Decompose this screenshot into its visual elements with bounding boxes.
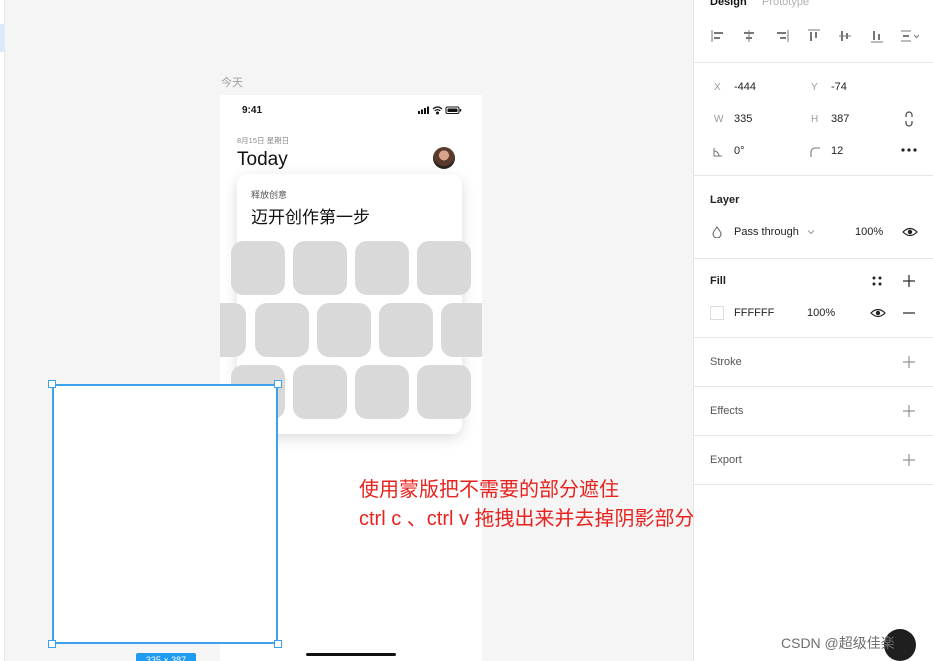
app-tile[interactable] [441, 303, 482, 357]
card-title: 迈开创作第一步 [251, 208, 370, 227]
fill-section-title: Fill [710, 275, 726, 287]
width-field[interactable]: 335 [734, 113, 752, 125]
selection-size-badge: 335 × 387 [136, 653, 196, 661]
more-options-icon[interactable] [900, 147, 918, 153]
divider [694, 484, 933, 485]
divider [694, 337, 933, 338]
app-tile[interactable] [255, 303, 309, 357]
tab-prototype[interactable]: Prototype [762, 0, 809, 8]
align-right-icon[interactable] [774, 28, 790, 44]
effects-section-title: Effects [710, 405, 744, 417]
watermark: CSDN @超级佳楽 [781, 635, 895, 651]
distribute-menu-icon[interactable] [899, 28, 921, 44]
avatar [433, 147, 455, 169]
fill-hex-field[interactable]: FFFFFF [734, 307, 774, 319]
x-label: X [714, 82, 721, 93]
app-tile[interactable] [293, 241, 347, 295]
align-vertical-center-icon[interactable] [837, 28, 853, 44]
selected-layer-highlight[interactable] [0, 24, 5, 52]
layer-section-title: Layer [710, 194, 740, 206]
app-tile[interactable] [220, 303, 246, 357]
add-fill-icon[interactable] [902, 274, 916, 288]
status-bar-icons [418, 106, 462, 115]
align-bottom-icon[interactable] [869, 28, 885, 44]
layers-panel-edge [0, 0, 5, 661]
w-label: W [714, 114, 724, 125]
app-tile[interactable] [231, 241, 285, 295]
annotation-line-1: 使用蒙版把不需要的部分遮住 [359, 479, 619, 501]
eye-icon[interactable] [870, 307, 886, 319]
fill-opacity-field[interactable]: 100% [807, 307, 835, 319]
resize-handle-bottom-left[interactable] [48, 640, 56, 648]
annotation-line-2: ctrl c 、ctrl v 拖拽出来并去掉阴影部分 [359, 508, 693, 530]
corner-radius-icon [810, 147, 820, 157]
align-left-icon[interactable] [710, 28, 726, 44]
h-label: H [811, 114, 819, 125]
align-top-icon[interactable] [806, 28, 822, 44]
card-subtitle: 释放创意 [251, 190, 288, 200]
layer-opacity-field[interactable]: 100% [855, 226, 883, 238]
resize-handle-bottom-right[interactable] [274, 640, 282, 648]
divider [694, 62, 933, 63]
add-stroke-icon[interactable] [902, 355, 916, 369]
corner-radius-field[interactable]: 12 [831, 145, 843, 157]
blend-mode-icon [712, 226, 722, 238]
resize-handle-top-right[interactable] [274, 380, 282, 388]
tab-design[interactable]: Design [710, 0, 747, 8]
constrain-proportions-icon[interactable] [903, 111, 915, 127]
page-title: Today [237, 149, 288, 170]
design-canvas[interactable]: 今天 9:41 8月15日 星期日 Today 释放创意 迈开创作第一步 335… [0, 0, 693, 661]
resize-handle-top-left[interactable] [48, 380, 56, 388]
rotation-icon [713, 148, 722, 157]
export-section-title: Export [710, 454, 742, 466]
app-tile[interactable] [355, 365, 409, 419]
app-tile[interactable] [317, 303, 371, 357]
divider [694, 258, 933, 259]
signal-icon [418, 106, 429, 114]
app-tile[interactable] [293, 365, 347, 419]
fill-color-swatch[interactable] [710, 306, 724, 320]
app-tile[interactable] [417, 365, 471, 419]
rotation-field[interactable]: 0° [734, 145, 745, 157]
battery-icon [445, 106, 462, 114]
y-label: Y [811, 82, 818, 93]
y-field[interactable]: -74 [831, 81, 847, 93]
app-tile[interactable] [355, 241, 409, 295]
date-line: 8月15日 星期日 [237, 136, 290, 145]
divider [694, 175, 933, 176]
eye-icon[interactable] [902, 226, 918, 238]
add-effect-icon[interactable] [902, 404, 916, 418]
stroke-section-title: Stroke [710, 356, 742, 368]
x-field[interactable]: -444 [734, 81, 756, 93]
align-horizontal-center-icon[interactable] [741, 28, 757, 44]
remove-fill-icon[interactable] [903, 311, 915, 315]
height-field[interactable]: 387 [831, 113, 849, 125]
design-properties-panel: Design Prototype X -444 Y -74 W 335 H 38… [693, 0, 933, 661]
frame-label[interactable]: 今天 [221, 74, 243, 90]
home-indicator [306, 653, 396, 656]
wifi-icon [432, 106, 443, 115]
app-tile[interactable] [417, 241, 471, 295]
divider [694, 386, 933, 387]
add-export-icon[interactable] [902, 453, 916, 467]
selected-rectangle[interactable] [52, 384, 278, 644]
style-grid-icon[interactable] [871, 275, 883, 287]
app-tile[interactable] [379, 303, 433, 357]
status-bar-time: 9:41 [242, 105, 263, 116]
divider [694, 435, 933, 436]
blend-mode-select[interactable]: Pass through [734, 226, 799, 238]
chevron-down-icon[interactable] [807, 229, 815, 235]
